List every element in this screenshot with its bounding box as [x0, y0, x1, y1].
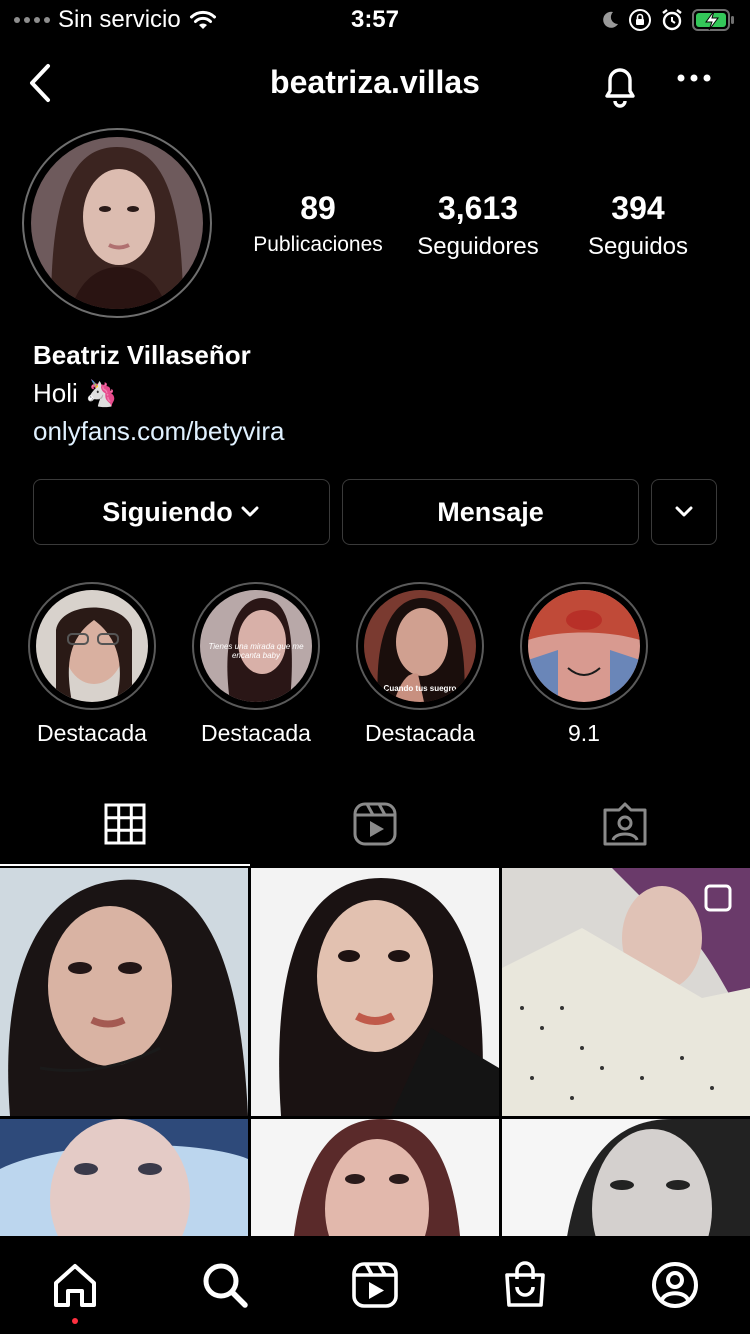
stat-posts[interactable]: 89 Publicaciones — [243, 190, 393, 257]
message-button-label: Mensaje — [437, 496, 544, 527]
nav-search[interactable] — [150, 1260, 300, 1310]
tab-reels[interactable] — [250, 780, 500, 868]
chevron-down-icon — [241, 506, 259, 517]
stat-following[interactable]: 394 Seguidos — [563, 190, 713, 261]
highlight-cover — [528, 590, 640, 702]
following-button[interactable]: Siguiendo — [33, 479, 330, 545]
bell-icon[interactable] — [598, 60, 642, 110]
stat-followers-value: 3,613 — [437, 190, 519, 226]
highlight-item[interactable]: Cuando tus suegro Destacada — [356, 582, 484, 747]
highlight-cover — [36, 590, 148, 702]
nav-shop[interactable] — [450, 1260, 600, 1310]
stat-followers[interactable]: 3,613 Seguidores — [403, 190, 553, 261]
more-icon[interactable] — [676, 72, 712, 84]
highlight-cover: Tienes una mirada que me encanta baby — [200, 590, 312, 702]
tagged-icon — [603, 802, 647, 846]
suggested-accounts-button[interactable] — [651, 479, 717, 545]
highlight-overlay-text: Cuando tus suegro — [383, 684, 457, 693]
nav-home[interactable] — [0, 1260, 150, 1310]
stat-posts-label: Publicaciones — [253, 233, 383, 256]
post-thumbnail[interactable] — [502, 1119, 750, 1236]
highlight-label: 9.1 — [568, 720, 600, 746]
tab-posts-grid[interactable] — [0, 780, 250, 868]
status-icons — [600, 8, 736, 32]
orientation-lock-icon — [629, 9, 651, 31]
profile-header: beatriza.villas — [0, 50, 750, 120]
alarm-icon — [662, 9, 682, 31]
reels-icon — [352, 1262, 398, 1308]
profile-link[interactable]: onlyfans.com/betyvira — [33, 416, 284, 447]
stat-following-value: 394 — [611, 190, 665, 226]
highlight-overlay-text: Tienes una mirada que me encanta baby — [208, 642, 304, 660]
profile-icon — [652, 1262, 698, 1308]
post-thumbnail[interactable] — [251, 1119, 499, 1236]
post-thumbnail[interactable] — [251, 868, 499, 1116]
reels-icon — [353, 802, 397, 846]
highlight-label: Destacada — [37, 720, 147, 746]
highlight-ring — [28, 582, 156, 710]
highlight-item[interactable]: Tienes una mirada que me encanta baby De… — [192, 582, 320, 747]
posts-grid — [0, 868, 750, 1236]
tab-tagged[interactable] — [500, 780, 750, 868]
nav-reels[interactable] — [300, 1260, 450, 1310]
following-button-label: Siguiendo — [102, 496, 233, 527]
search-icon — [203, 1263, 248, 1308]
stat-following-label: Seguidos — [587, 233, 689, 260]
profile-full-name: Beatriz Villaseñor — [33, 340, 251, 370]
highlight-label: Destacada — [365, 720, 475, 746]
post-thumbnail[interactable] — [0, 868, 248, 1116]
highlight-item[interactable]: 9.1 — [520, 582, 648, 747]
message-button[interactable]: Mensaje — [342, 479, 639, 545]
highlight-ring: Tienes una mirada que me encanta baby — [192, 582, 320, 710]
home-icon — [54, 1264, 96, 1307]
grid-icon — [104, 803, 146, 845]
status-bar: Sin servicio 3:57 — [0, 0, 750, 44]
notification-dot — [72, 1318, 78, 1324]
moon-icon — [603, 11, 618, 28]
bottom-nav — [0, 1236, 750, 1334]
avatar[interactable] — [22, 128, 212, 318]
stat-followers-label: Seguidores — [417, 233, 539, 260]
nav-profile[interactable] — [600, 1260, 750, 1310]
stat-posts-value: 89 — [300, 190, 336, 226]
profile-tabs — [0, 780, 750, 868]
highlight-item[interactable]: Destacada — [28, 582, 156, 747]
highlight-label: Destacada — [201, 720, 311, 746]
post-thumbnail[interactable] — [502, 868, 750, 1116]
shop-icon — [505, 1261, 545, 1307]
avatar-photo — [31, 137, 203, 309]
post-thumbnail[interactable] — [0, 1119, 248, 1236]
chevron-down-icon — [675, 506, 693, 517]
highlight-ring: Cuando tus suegro — [356, 582, 484, 710]
active-tab-indicator — [0, 864, 250, 866]
battery-charging-icon — [692, 9, 734, 31]
highlight-ring — [520, 582, 648, 710]
highlight-cover: Cuando tus suegro — [364, 590, 476, 702]
profile-bio: Holi 🦄 — [33, 378, 118, 408]
